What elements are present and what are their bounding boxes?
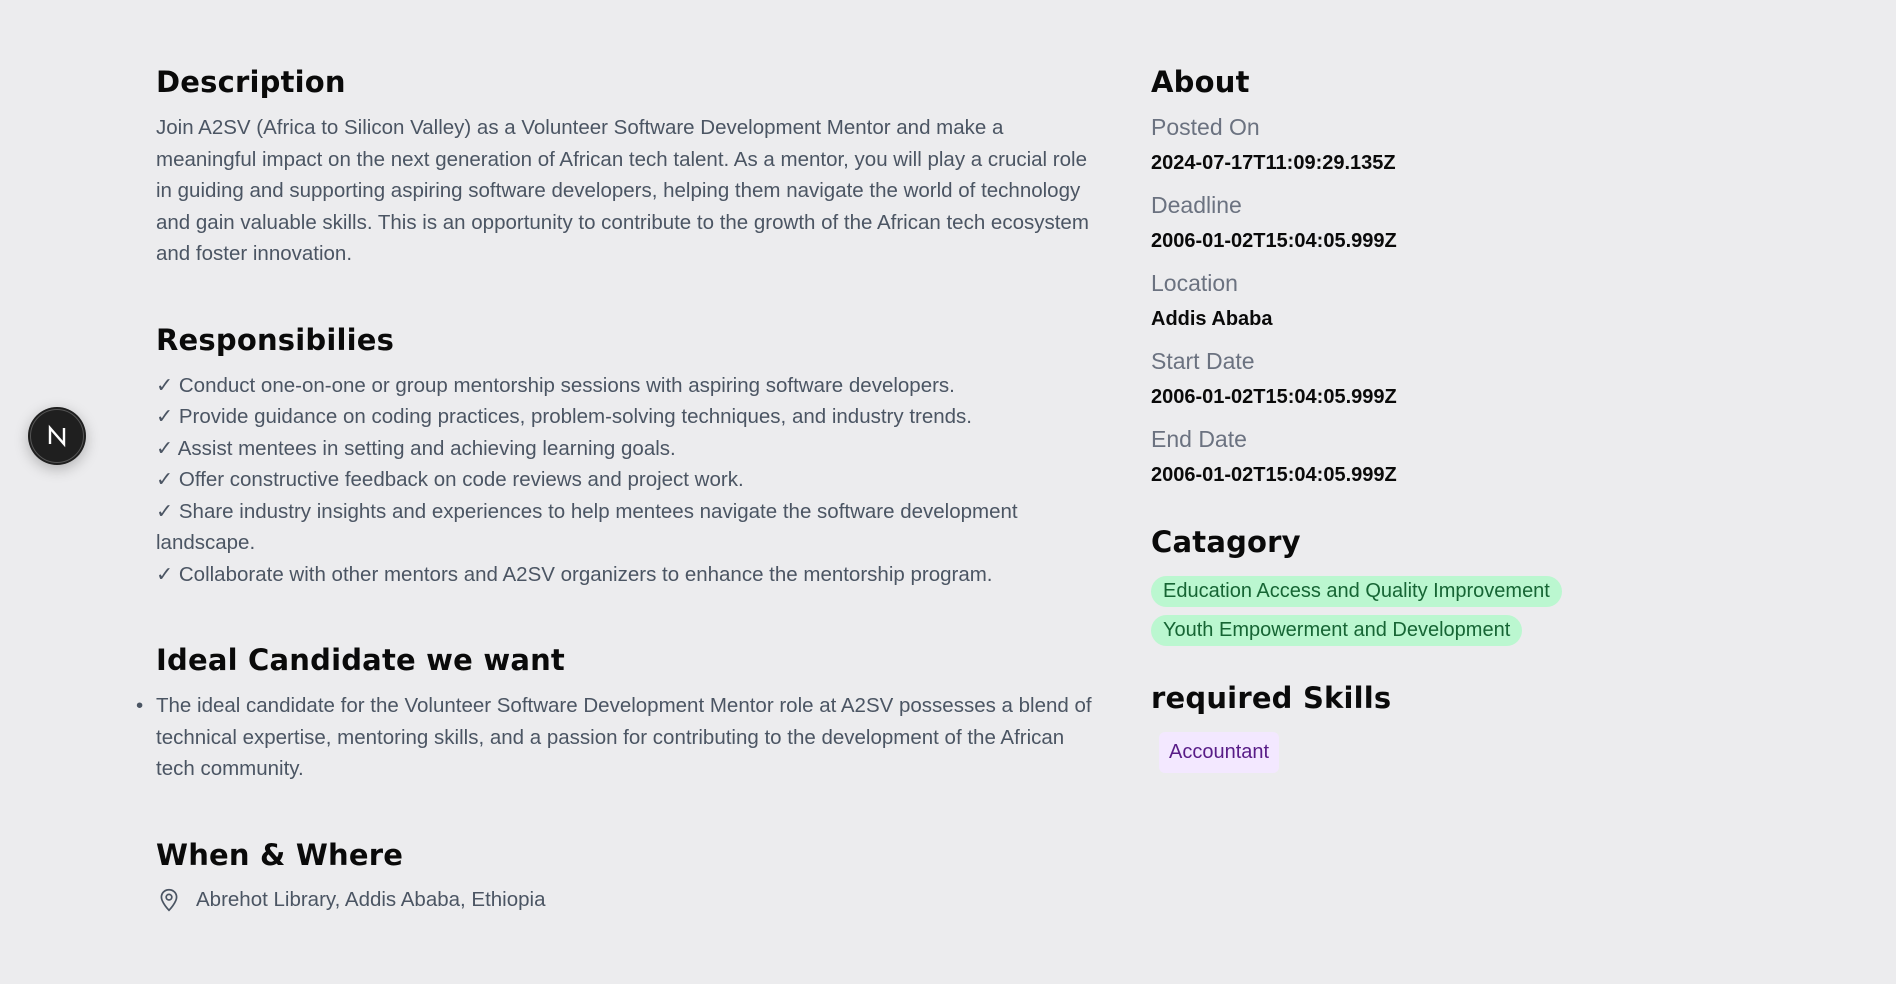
nextjs-dev-badge[interactable] [28,407,86,465]
category-tag: Education Access and Quality Improvement [1151,576,1562,607]
about-field-start-date: Start Date 2006-01-02T15:04:05.999Z [1151,346,1711,412]
description-heading: Description [156,65,346,99]
about-value: 2006-01-02T15:04:05.999Z [1151,230,1397,252]
about-value: Addis Ababa [1151,308,1273,330]
ideal-candidate-section: Ideal Candidate we want • The ideal cand… [136,638,1096,785]
skills-heading: required Skills [1151,681,1392,715]
category-heading: Catagory [1151,525,1301,559]
about-label: Deadline [1151,192,1242,218]
about-field-posted-on: Posted On 2024-07-17T11:09:29.135Z [1151,112,1711,178]
ideal-candidate-item: • The ideal candidate for the Volunteer … [136,690,1096,785]
ideal-candidate-text: The ideal candidate for the Volunteer So… [156,694,1092,780]
about-value: 2024-07-17T11:09:29.135Z [1151,152,1396,174]
description-section: Description Join A2SV (Africa to Silicon… [156,60,1096,270]
responsibilities-list: ✓ Conduct one-on-one or group mentorship… [156,370,1096,591]
responsibility-item: ✓ Offer constructive feedback on code re… [156,468,744,491]
bullet-icon: • [136,694,144,717]
about-value: 2006-01-02T15:04:05.999Z [1151,386,1397,408]
responsibilities-section: Responsibilies ✓ Conduct one-on-one or g… [156,318,1096,591]
job-details-main: Description Join A2SV (Africa to Silicon… [136,60,1096,913]
job-details-sidebar: About Posted On 2024-07-17T11:09:29.135Z… [1151,60,1711,773]
about-label: Start Date [1151,348,1255,374]
responsibility-item: ✓ Assist mentees in setting and achievin… [156,436,676,460]
location-pin-icon [160,888,178,912]
category-section: Catagory Education Access and Quality Im… [1151,520,1711,646]
responsibility-item: ✓ Collaborate with other mentors and A2S… [156,562,993,586]
ideal-candidate-heading: Ideal Candidate we want [156,643,565,677]
category-tags: Education Access and Quality Improvement… [1151,568,1711,646]
description-text: Join A2SV (Africa to Silicon Valley) as … [156,116,1089,265]
about-section: About Posted On 2024-07-17T11:09:29.135Z… [1151,60,1711,490]
responsibility-item: ✓ Share industry insights and experience… [156,499,1018,555]
ideal-candidate-list: • The ideal candidate for the Volunteer … [136,690,1096,785]
skill-tag: Accountant [1159,732,1280,773]
about-value: 2006-01-02T15:04:05.999Z [1151,464,1397,486]
about-field-location: Location Addis Ababa [1151,268,1711,334]
about-field-deadline: Deadline 2006-01-02T15:04:05.999Z [1151,190,1711,256]
location-row: Abrehot Library, Addis Ababa, Ethiopia [156,887,1096,913]
responsibility-item: ✓ Provide guidance on coding practices, … [156,405,972,428]
nextjs-logo-icon [30,409,84,463]
skills-tags: Accountant [1151,720,1711,773]
location-text: Abrehot Library, Addis Ababa, Ethiopia [196,887,546,911]
when-where-heading: When & Where [156,837,404,872]
about-heading: About [1151,65,1250,99]
about-label: Location [1151,270,1238,296]
responsibility-item: ✓ Conduct one-on-one or group mentorship… [156,373,955,397]
when-where-section: When & Where Abrehot Library, Addis Abab… [156,833,1096,913]
about-field-end-date: End Date 2006-01-02T15:04:05.999Z [1151,424,1711,490]
about-label: Posted On [1151,114,1260,140]
responsibilities-heading: Responsibilies [156,322,395,357]
category-tag: Youth Empowerment and Development [1151,615,1523,646]
about-label: End Date [1151,426,1247,452]
skills-section: required Skills Accountant [1151,676,1711,773]
